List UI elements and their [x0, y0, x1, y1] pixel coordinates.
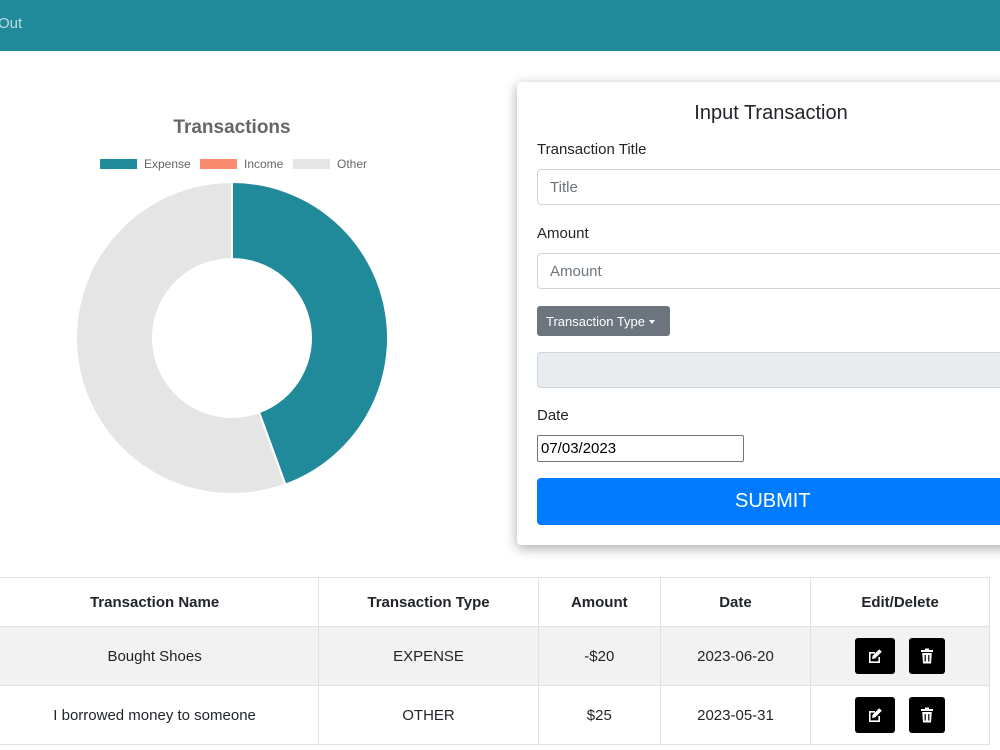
- table-row: I borrowed money to someone OTHER $25 20…: [0, 685, 990, 745]
- header-transaction-type: Transaction Type: [318, 577, 539, 627]
- edit-icon: [869, 649, 882, 663]
- edit-button[interactable]: [855, 638, 896, 674]
- transactions-table: Transaction Name Transaction Type Amount…: [0, 577, 990, 745]
- form-title: Input Transaction: [694, 102, 848, 124]
- edit-icon: [869, 708, 882, 722]
- amount-label: Amount: [537, 225, 589, 242]
- delete-button[interactable]: [909, 697, 946, 733]
- submit-button[interactable]: SUBMIT: [537, 478, 1000, 525]
- legend-label-income[interactable]: Income: [244, 157, 284, 171]
- table-header-row: Transaction Name Transaction Type Amount…: [0, 577, 990, 627]
- transaction-type-dropdown[interactable]: Transaction Type: [537, 306, 670, 336]
- cell-type: EXPENSE: [318, 626, 539, 686]
- header-amount: Amount: [537, 577, 661, 627]
- sign-out-link[interactable]: Out: [0, 15, 22, 32]
- legend-label-other[interactable]: Other: [337, 157, 367, 171]
- transaction-title-input[interactable]: [537, 169, 1000, 205]
- trash-icon: [921, 648, 934, 664]
- donut-chart-svg: Transactions Expense Income Other: [75, 117, 389, 495]
- selected-type-field: [537, 352, 1000, 388]
- chart-slices: [75, 180, 389, 495]
- caret-down-icon: [649, 319, 655, 324]
- cell-amount: $25: [537, 685, 661, 745]
- header-transaction-name: Transaction Name: [0, 577, 320, 627]
- delete-button[interactable]: [909, 638, 946, 674]
- transaction-title-label: Transaction Title: [537, 141, 647, 158]
- amount-input[interactable]: [537, 253, 1000, 289]
- table-row: Bought Shoes EXPENSE -$20 2023-06-20: [0, 626, 990, 686]
- date-input[interactable]: [537, 435, 744, 462]
- cell-date: 2023-05-31: [659, 685, 812, 745]
- date-label: Date: [537, 407, 569, 424]
- cell-actions: [810, 626, 990, 686]
- cell-name: I borrowed money to someone: [0, 685, 320, 745]
- cell-date: 2023-06-20: [659, 626, 812, 686]
- header-edit-delete: Edit/Delete: [810, 577, 990, 627]
- cell-type: OTHER: [318, 685, 539, 745]
- transactions-chart: Transactions Expense Income Other: [0, 51, 470, 571]
- header-date: Date: [659, 577, 812, 627]
- cell-name: Bought Shoes: [0, 626, 320, 686]
- legend-swatch-other[interactable]: [293, 159, 330, 169]
- transaction-type-label: Transaction Type: [546, 313, 645, 329]
- legend-swatch-expense[interactable]: [100, 159, 137, 169]
- legend-swatch-income[interactable]: [200, 159, 237, 169]
- chart-title: Transactions: [173, 117, 290, 138]
- top-navbar: Out: [0, 0, 1000, 51]
- cell-amount: -$20: [537, 626, 661, 686]
- edit-button[interactable]: [855, 697, 896, 733]
- trash-icon: [921, 707, 934, 723]
- legend-label-expense[interactable]: Expense: [144, 157, 191, 171]
- cell-actions: [810, 685, 990, 745]
- chart-legend: Expense Income Other: [100, 157, 367, 171]
